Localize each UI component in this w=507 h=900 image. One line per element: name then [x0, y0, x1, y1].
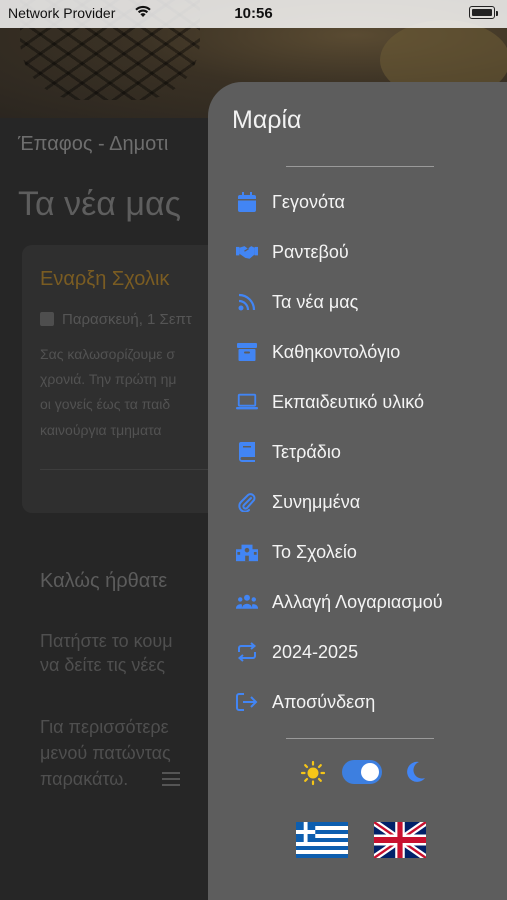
moon-icon: [406, 761, 426, 788]
user-name: Μαρία: [232, 106, 302, 134]
menu-item-label: 2024-2025: [272, 641, 359, 662]
welcome-text: παρακάτω.: [40, 769, 129, 789]
menu-item-duty-roster[interactable]: Καθηκοντολόγιο: [236, 337, 486, 367]
repeat-icon: [236, 641, 258, 663]
menu-item-news[interactable]: Τα νέα μας: [236, 287, 486, 317]
menu-item-notebook[interactable]: Τετράδιο: [236, 437, 486, 467]
divider: [40, 469, 220, 470]
theme-switcher: [300, 758, 430, 788]
menu-item-school-year[interactable]: 2024-2025: [236, 637, 486, 667]
clock: 10:56: [234, 5, 273, 22]
menu-item-label: Καθηκοντολόγιο: [272, 341, 401, 362]
book-icon: [236, 441, 258, 463]
menu-icon: [162, 772, 180, 790]
news-card-title: Εναρξη Σχολικ: [40, 268, 170, 290]
handshake-icon: [236, 241, 258, 263]
welcome-text: Πατήστε το κουμ: [40, 631, 173, 651]
news-card-text: Σας καλωσορίζουμε σ: [40, 346, 176, 362]
school-icon: [236, 541, 258, 563]
menu-item-attachments[interactable]: Συνημμένα: [236, 487, 486, 517]
status-bar: Network Provider 10:56: [0, 0, 507, 28]
greek-flag-button[interactable]: [296, 822, 348, 858]
menu-item-events[interactable]: Γεγονότα: [236, 187, 486, 217]
news-card-text: χρονιά. Την πρώτη ημ: [40, 371, 177, 387]
menu-item-switch-account[interactable]: Αλλαγή Λογαριασμού: [236, 587, 486, 617]
divider: [286, 166, 434, 167]
menu-item-label: Αλλαγή Λογαριασμού: [272, 591, 443, 612]
menu-item-label: Συνημμένα: [272, 491, 361, 512]
welcome-text: Για περισσότερε: [40, 717, 169, 737]
users-icon: [236, 591, 258, 613]
laptop-icon: [236, 391, 258, 413]
battery-icon: [469, 6, 498, 19]
welcome-heading: Καλώς ήρθατε: [40, 570, 168, 592]
news-card-text: καινούργια τμηματα: [40, 422, 162, 438]
menu-item-appointments[interactable]: Ραντεβού: [236, 237, 486, 267]
menu-item-label: Τετράδιο: [272, 441, 341, 462]
menu-item-label: Αποσύνδεση: [272, 691, 376, 712]
logout-icon: [236, 691, 258, 713]
divider: [286, 738, 434, 739]
menu-item-educational-material[interactable]: Εκπαιδευτικό υλικό: [236, 387, 486, 417]
calendar-icon: [40, 312, 54, 326]
paperclip-icon: [236, 491, 258, 513]
navigation-drawer: Μαρία Γεγονότα Ραντεβού Τα νέα μας Καθηκ…: [208, 82, 507, 900]
menu-item-label: Εκπαιδευτικό υλικό: [272, 391, 424, 412]
dark-mode-toggle[interactable]: [342, 760, 382, 784]
news-card-text: οι γονείς έως τα παιδ: [40, 396, 171, 412]
news-card-date: Παρασκευή, 1 Σεπτ: [62, 311, 192, 328]
breadcrumb: Έπαφος - Δημοτι: [18, 133, 169, 155]
welcome-text: μενού πατώντας: [40, 743, 171, 763]
menu-item-label: Το Σχολείο: [272, 541, 357, 562]
menu-item-logout[interactable]: Αποσύνδεση: [236, 687, 486, 717]
menu-item-label: Γεγονότα: [272, 191, 345, 212]
rss-icon: [236, 291, 258, 313]
menu-item-label: Ραντεβού: [272, 241, 349, 262]
sun-icon: [300, 760, 326, 791]
calendar-icon: [236, 191, 258, 213]
uk-flag-button[interactable]: [372, 818, 428, 862]
menu-item-school[interactable]: Το Σχολείο: [236, 537, 486, 567]
page-title: Τα νέα μας: [18, 185, 182, 223]
archive-box-icon: [236, 341, 258, 363]
welcome-text: να δείτε τις νέες: [40, 655, 166, 675]
menu-item-label: Τα νέα μας: [272, 291, 359, 312]
